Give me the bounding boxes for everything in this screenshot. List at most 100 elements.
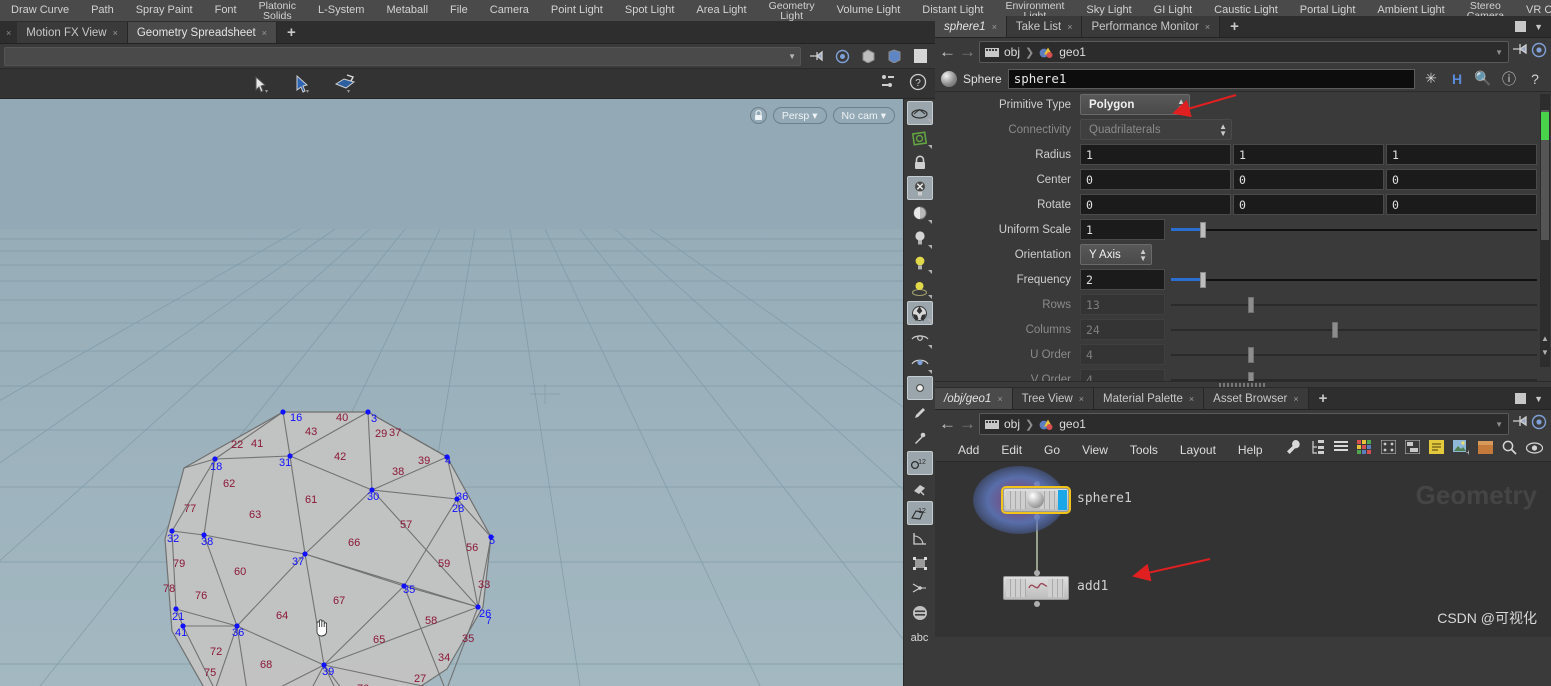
chevron-icon[interactable] (927, 270, 932, 274)
pin-icon[interactable] (1512, 43, 1528, 61)
hierarchy-icon[interactable] (1311, 439, 1325, 460)
close-icon[interactable]: × (1205, 22, 1210, 32)
grid-display-icon[interactable] (907, 601, 933, 625)
shelf-item-file[interactable]: File (439, 0, 479, 21)
close-icon[interactable]: × (262, 28, 267, 38)
shelf-item-spot-light[interactable]: Spot Light (614, 0, 686, 21)
tab-take-list[interactable]: Take List × (1006, 16, 1083, 37)
shelf-item-platonic-solids[interactable]: Platonic Solids (248, 0, 307, 21)
node-body[interactable] (1003, 576, 1069, 600)
eye-shaded-icon[interactable] (907, 351, 933, 375)
network-editor-canvas[interactable]: Geometry sphere1 add1 CSDN @可视化 (935, 462, 1551, 637)
lock-icon[interactable] (907, 151, 933, 175)
tabbar-close-icon[interactable]: × (0, 22, 17, 43)
radius-y-input[interactable]: 1 (1233, 144, 1384, 165)
paint-icon[interactable] (907, 476, 933, 500)
close-icon[interactable]: × (1293, 394, 1298, 404)
chevron-down-icon[interactable]: ▼ (1495, 420, 1503, 429)
radius-x-input[interactable]: 1 (1080, 144, 1231, 165)
primitive-numbers-icon[interactable]: 12 (906, 501, 933, 525)
light-placement-icon[interactable] (907, 276, 933, 300)
add-image-icon[interactable]: + (1453, 439, 1471, 460)
camera-dropdown[interactable]: No cam ▾ (832, 107, 895, 124)
normals-icon[interactable] (907, 576, 933, 600)
network-menubar[interactable]: Add Edit Go View Tools Layout Help + (935, 438, 1551, 462)
menu-add[interactable]: Add (947, 443, 990, 457)
node-layout-icon[interactable] (1404, 439, 1421, 459)
tab-asset-browser[interactable]: Asset Browser × (1204, 388, 1309, 409)
target-icon[interactable] (1531, 42, 1547, 63)
eye-icon[interactable] (1525, 441, 1544, 459)
back-arrow-icon[interactable]: ← (939, 42, 956, 62)
bounding-box-icon[interactable] (907, 551, 933, 575)
selection-mask-icon[interactable] (907, 126, 933, 150)
node-name-input[interactable]: sphere1 (1007, 68, 1415, 89)
pin-icon[interactable] (805, 46, 827, 66)
notes-icon[interactable] (1429, 440, 1444, 459)
viewport-pathbar[interactable]: ▼ (0, 44, 935, 69)
shelf-item-area-light[interactable]: Area Light (685, 0, 757, 21)
chevron-icon[interactable] (927, 145, 932, 149)
chevron-icon[interactable] (926, 119, 931, 123)
slider-handle[interactable] (1200, 222, 1207, 238)
forward-arrow-icon[interactable]: → (959, 42, 976, 62)
pane-splitter[interactable] (935, 381, 1551, 388)
back-arrow-icon[interactable]: ← (939, 414, 956, 434)
target-icon[interactable] (831, 46, 853, 66)
parameter-list[interactable]: Primitive Type Polygon ▲ ▼ Connectivity Q… (935, 91, 1551, 381)
viewport-toolbar[interactable]: ? (0, 69, 935, 99)
eye-wire-icon[interactable] (907, 326, 933, 350)
headlight-icon[interactable] (907, 201, 933, 225)
point-numbers-icon[interactable]: 12 (906, 451, 933, 475)
node-bottom-dot[interactable] (1034, 601, 1040, 607)
point-select-icon[interactable] (906, 376, 933, 400)
uniform-scale-slider[interactable] (1171, 219, 1537, 240)
param-row-primitive-type[interactable]: Primitive Type Polygon ▲ ▼ (935, 92, 1551, 117)
close-icon[interactable]: × (1067, 22, 1072, 32)
geometry-display-icon[interactable] (857, 46, 879, 66)
shelf-item-volume-light[interactable]: Volume Light (826, 0, 912, 21)
param-row-uniform-scale[interactable]: Uniform Scale 1 (935, 217, 1551, 242)
stepper-arrows-icon[interactable]: ▲ ▼ (1139, 247, 1147, 262)
shelf-item-path[interactable]: Path (80, 0, 125, 21)
pin-icon[interactable] (1512, 415, 1528, 433)
network-breadcrumb[interactable]: obj ❯ geo1 ▼ (979, 413, 1509, 435)
tab-material-palette[interactable]: Material Palette × (1094, 388, 1205, 409)
primitive-type-dropdown[interactable]: Polygon ▲ ▼ (1080, 94, 1190, 115)
add-tab-button[interactable]: + (1220, 16, 1249, 37)
wrench-icon[interactable] (1286, 439, 1302, 460)
measure-angle-icon[interactable] (907, 526, 933, 550)
maximize-pane-icon[interactable] (1515, 393, 1527, 404)
shelf-item-draw-curve[interactable]: Draw Curve (0, 0, 80, 21)
brush-icon[interactable] (907, 401, 933, 425)
network-toolbar[interactable]: + (1286, 439, 1551, 460)
menu-layout[interactable]: Layout (1169, 443, 1227, 457)
param-row-radius[interactable]: Radius 1 1 1 (935, 142, 1551, 167)
pane-menu-icon[interactable]: ▼ (1534, 394, 1543, 404)
breadcrumb-node[interactable]: geo1 (1059, 417, 1086, 431)
breadcrumb-root[interactable]: obj (1004, 45, 1020, 59)
chevron-down-icon[interactable]: ▼ (1495, 48, 1503, 57)
close-icon[interactable]: × (997, 394, 1002, 404)
tab-tree-view[interactable]: Tree View × (1012, 388, 1094, 409)
color-palette-icon[interactable] (1357, 439, 1372, 460)
add-tab-button[interactable]: + (1309, 388, 1338, 409)
params-scrollbar[interactable]: ▲ ▼ (1540, 94, 1550, 367)
panel-layout-icon[interactable] (909, 46, 931, 66)
uniform-scale-input[interactable]: 1 (1080, 219, 1165, 240)
display-options-icon[interactable] (879, 73, 897, 96)
menu-view[interactable]: View (1071, 443, 1119, 457)
maximize-pane-icon[interactable] (1515, 21, 1527, 32)
network-tabbar[interactable]: /obj/geo1 × Tree View × Material Palette… (935, 388, 1551, 410)
center-z-input[interactable]: 0 (1386, 169, 1537, 190)
rotate-x-input[interactable]: 0 (1080, 194, 1231, 215)
select-tool-icon[interactable] (250, 73, 272, 95)
center-x-input[interactable]: 0 (1080, 169, 1231, 190)
tab-performance-monitor[interactable]: Performance Monitor × (1082, 16, 1221, 37)
param-row-rotate[interactable]: Rotate 0 0 0 (935, 192, 1551, 217)
tab-motion-fx-view[interactable]: Motion FX View × (17, 22, 128, 43)
chevron-down-icon[interactable]: ▼ (788, 52, 796, 61)
rotate-z-input[interactable]: 0 (1386, 194, 1537, 215)
text-abc-icon[interactable]: abc (907, 626, 933, 650)
param-row-frequency[interactable]: Frequency 2 (935, 267, 1551, 292)
